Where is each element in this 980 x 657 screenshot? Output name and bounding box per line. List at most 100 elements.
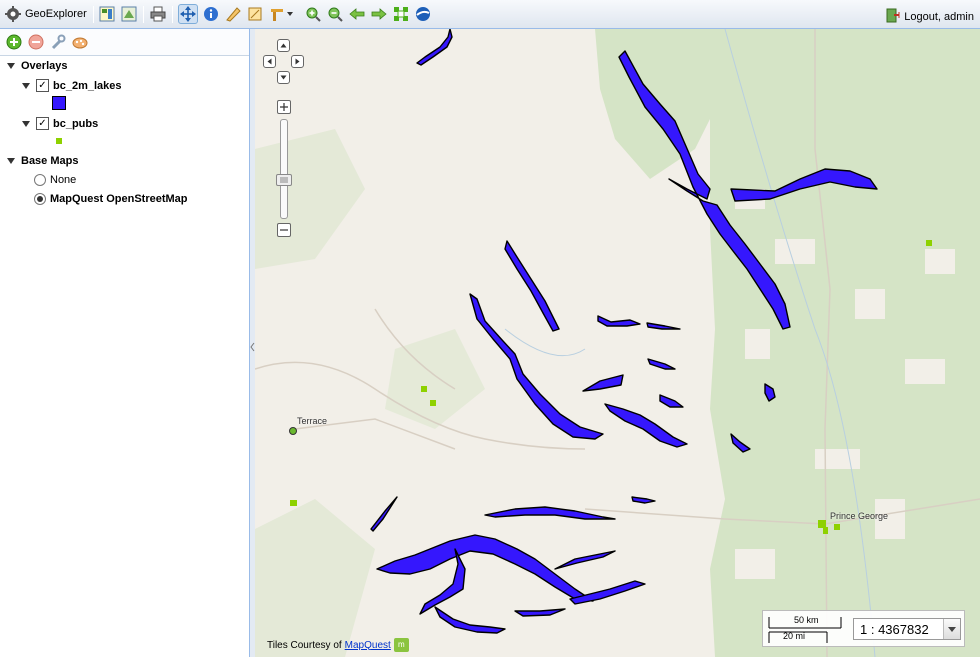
basemap-radio-mapquest[interactable]: [34, 193, 46, 205]
logout-icon: [886, 8, 900, 26]
measure-length-icon[interactable]: [223, 4, 243, 24]
navigate-forward-icon[interactable]: [369, 4, 389, 24]
zoom-out-button[interactable]: [277, 223, 291, 237]
legend-swatch-lakes: [52, 96, 66, 110]
zoom-slider-thumb[interactable]: [276, 174, 292, 186]
city-label-terrace: Terrace: [297, 416, 328, 426]
basemap-label-none: None: [50, 174, 77, 186]
legend-swatch-pubs: [56, 138, 62, 144]
layer-tree-panel: Overlays ✓ bc_2m_lakes ✓ bc_pubs Base Ma…: [0, 29, 250, 657]
map-attribution: Tiles Courtesy of MapQuest m: [267, 638, 409, 652]
clearing-block: [855, 289, 885, 319]
draw-tools-icon[interactable]: [267, 4, 287, 24]
clearing-block: [815, 449, 860, 469]
base-maps-label: Base Maps: [21, 155, 79, 167]
measure-area-icon[interactable]: [245, 4, 265, 24]
basemap-label-mapquest: MapQuest OpenStreetMap: [50, 193, 188, 205]
clearing-block: [735, 549, 775, 579]
forest-area: [255, 499, 375, 657]
basemap-option-mapquest[interactable]: MapQuest OpenStreetMap: [34, 193, 188, 205]
logout-button[interactable]: Logout, admin: [886, 8, 974, 26]
zoom-slider-track[interactable]: [280, 119, 288, 219]
layer-item-bc-2m-lakes[interactable]: ✓ bc_2m_lakes: [22, 79, 122, 92]
lake-polygon: [646, 322, 681, 330]
expand-triangle-icon[interactable]: [22, 120, 30, 127]
city-marker-terrace: [289, 427, 297, 435]
pan-left-button[interactable]: [263, 55, 276, 68]
clearing-block: [775, 239, 815, 264]
lake-polygon: [514, 608, 566, 617]
lake-polygon: [484, 506, 616, 520]
expand-triangle-icon[interactable]: [22, 82, 30, 89]
scale-dropdown[interactable]: 1 : 4367832: [853, 618, 961, 640]
toolbar: GeoExplorer Logout, admin: [0, 0, 980, 29]
map-viewport[interactable]: Terrace Prince George Tiles Courtesy of …: [255, 29, 980, 657]
lake-polygon: [582, 374, 624, 392]
pub-point: [926, 240, 932, 246]
tree-node-overlays[interactable]: Overlays: [7, 60, 67, 72]
add-layer-icon[interactable]: [6, 34, 22, 50]
lake-polygon: [604, 403, 688, 448]
layer-tools-bar: [0, 29, 249, 56]
navigate-back-icon[interactable]: [347, 4, 367, 24]
map-canvas: [255, 29, 980, 657]
pub-point: [421, 386, 427, 392]
mapquest-logo-icon: m: [393, 638, 409, 652]
forest-area: [255, 129, 365, 269]
lake-polygon: [504, 240, 560, 332]
zoom-extent-icon[interactable]: [391, 4, 411, 24]
layer-item-bc-pubs[interactable]: ✓ bc_pubs: [22, 117, 98, 130]
basemap-radio-none[interactable]: [34, 174, 46, 186]
lake-polygon: [659, 394, 684, 408]
expand-triangle-icon[interactable]: [7, 63, 15, 69]
pan-down-button[interactable]: [277, 71, 290, 84]
layer-checkbox-pubs[interactable]: ✓: [36, 117, 49, 130]
info-icon[interactable]: [201, 4, 221, 24]
layer-checkbox-lakes[interactable]: ✓: [36, 79, 49, 92]
geoexplorer-logo-icon: [3, 4, 23, 24]
lake-polygon: [647, 358, 676, 370]
lake-polygon: [416, 29, 453, 66]
zoom-in-button[interactable]: [277, 100, 291, 114]
layer-name-pubs: bc_pubs: [53, 117, 99, 130]
tree-node-base-maps[interactable]: Base Maps: [7, 155, 78, 167]
layer-properties-icon[interactable]: [97, 4, 117, 24]
app-title: GeoExplorer: [25, 8, 87, 20]
wrench-icon[interactable]: [50, 34, 66, 50]
scale-km-label: 50 km: [794, 615, 819, 625]
pub-point: [823, 527, 828, 534]
zoom-out-icon[interactable]: [325, 4, 345, 24]
pub-point: [290, 500, 297, 506]
lake-polygon: [554, 550, 616, 570]
logout-label: Logout, admin: [904, 11, 974, 23]
lake-polygon: [631, 496, 656, 504]
city-label-prince-george: Prince George: [830, 511, 889, 521]
river: [504, 328, 586, 357]
overlays-label: Overlays: [21, 60, 68, 72]
basemap-option-none[interactable]: None: [34, 174, 76, 186]
lake-polygon: [597, 315, 641, 327]
pan-up-button[interactable]: [277, 39, 290, 52]
chevron-down-icon[interactable]: [943, 619, 960, 639]
expand-triangle-icon[interactable]: [7, 158, 15, 164]
lake-polygon: [434, 606, 506, 634]
pan-right-button[interactable]: [291, 55, 304, 68]
layer-styles-icon[interactable]: [119, 4, 139, 24]
pan-icon[interactable]: [178, 4, 198, 24]
mapquest-link[interactable]: MapQuest: [345, 640, 391, 651]
attribution-prefix: Tiles Courtesy of: [267, 639, 342, 651]
pub-point: [834, 524, 840, 530]
lake-polygon: [370, 496, 398, 532]
google-earth-icon[interactable]: [413, 4, 433, 24]
scale-mi-label: 20 mi: [783, 631, 806, 641]
print-icon[interactable]: [148, 4, 168, 24]
clearing-block: [905, 359, 945, 384]
clearing-block: [745, 329, 770, 359]
pub-point: [430, 400, 436, 406]
zoom-in-icon[interactable]: [303, 4, 323, 24]
pub-point: [818, 520, 826, 528]
layer-name-lakes: bc_2m_lakes: [53, 79, 122, 92]
layer-styles-panel-icon[interactable]: [72, 34, 88, 50]
chevron-down-icon[interactable]: [285, 4, 295, 24]
remove-layer-icon[interactable]: [28, 34, 44, 50]
